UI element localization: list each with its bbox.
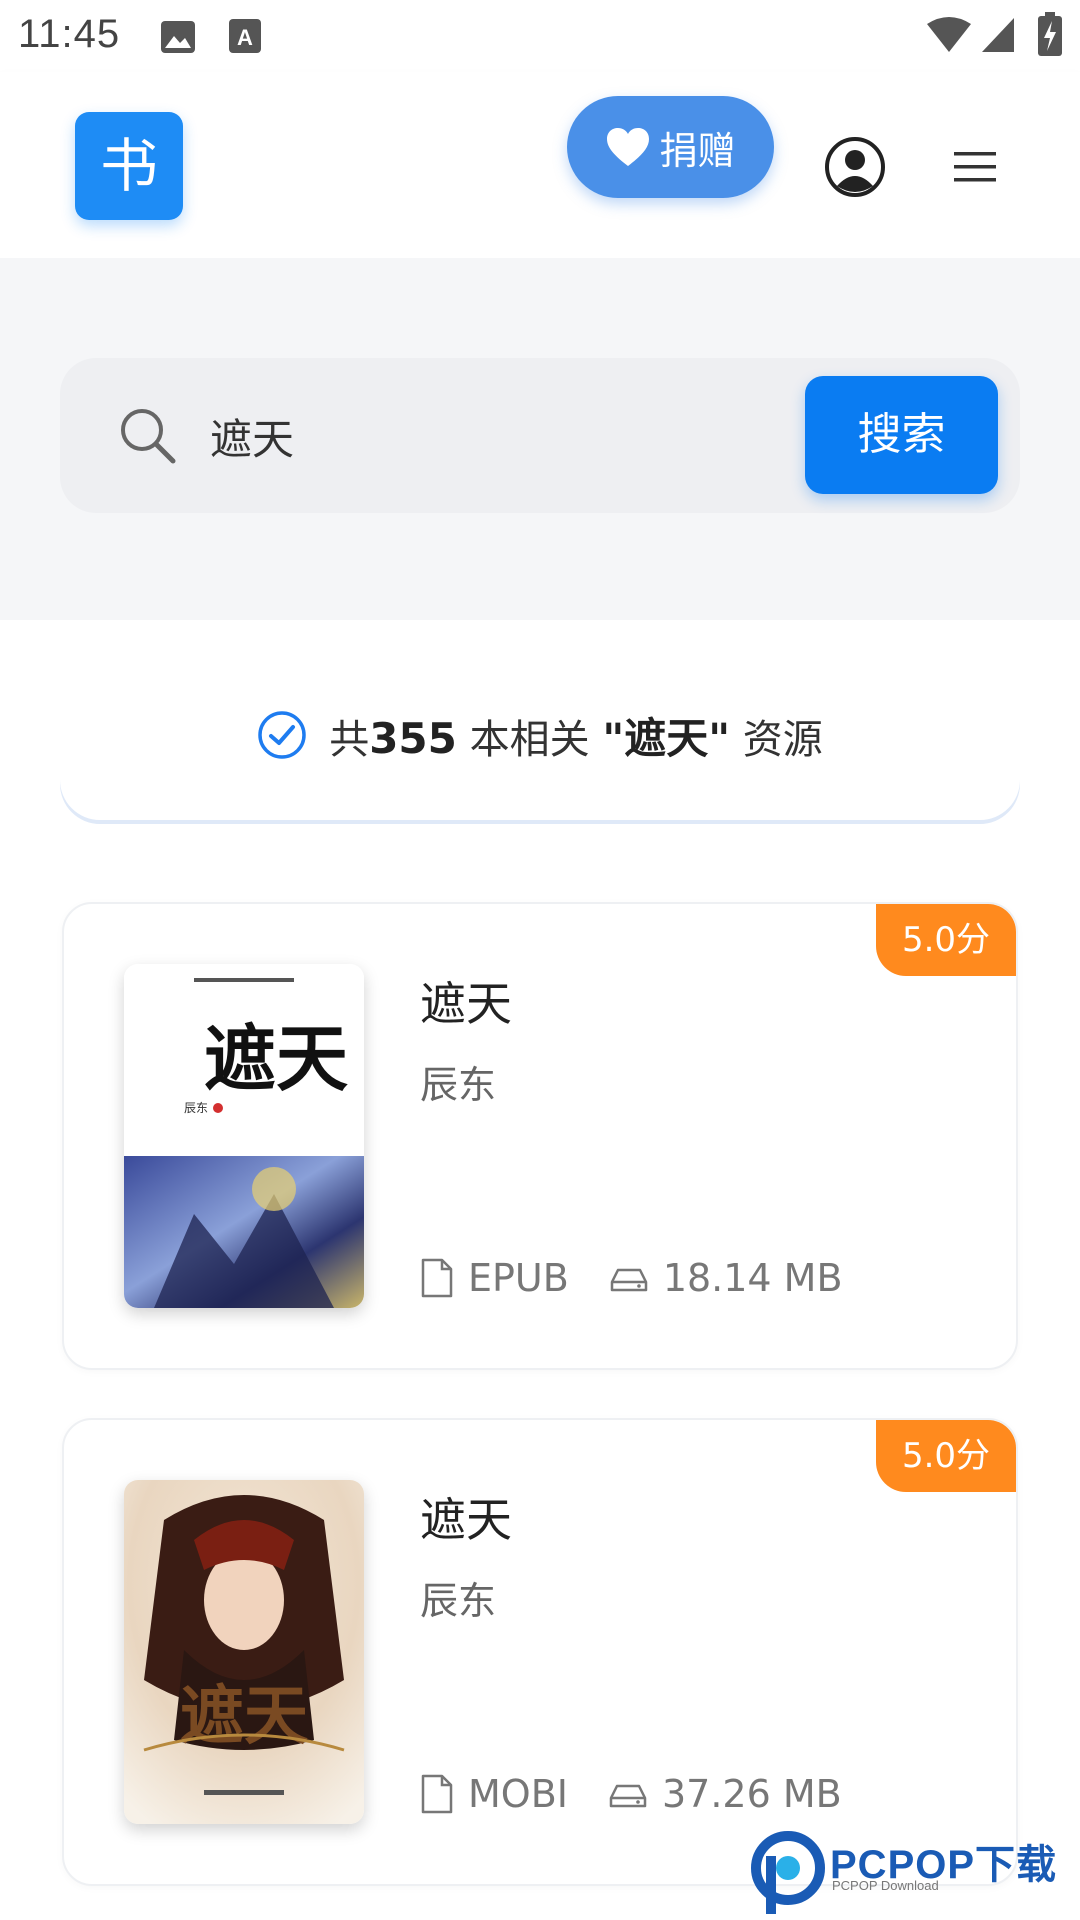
summary-middle: 本相关 [456,716,603,763]
font-icon: A [229,19,261,53]
format-meta: EPUB [420,1256,569,1300]
results-area: 共355 本相关 "遮天" 资源 5.0分 遮天 辰东 遮天 辰东 EPUB 1… [0,620,1080,1920]
book-format: MOBI [468,1772,568,1816]
results-count: 355 [369,713,457,763]
check-circle-icon [258,711,306,759]
heart-icon [607,128,650,166]
battery-icon [1038,12,1062,56]
book-title[interactable]: 遮天 [420,968,512,1034]
search-box: 搜索 [60,358,1020,513]
book-cover-image: 遮天 辰东 [124,964,364,1308]
book-size: 18.14 MB [662,1256,843,1300]
watermark-subtext: PCPOP Download [832,1878,939,1893]
search-section: 搜索 [0,258,1080,620]
rating-badge: 5.0分 [876,1420,1016,1492]
cover-title-glyphs: 遮天 [204,1016,348,1101]
user-account-icon[interactable] [824,136,886,198]
book-meta: MOBI 37.26 MB [420,1772,882,1816]
svg-text:A: A [237,25,253,50]
watermark-logo-icon [751,1831,825,1914]
book-title[interactable]: 遮天 [420,1484,512,1550]
search-input[interactable] [210,396,650,476]
book-meta: EPUB 18.14 MB [420,1256,883,1300]
app-logo[interactable]: 书 [75,112,183,220]
image-icon [161,21,195,53]
results-summary-text: 共355 本相关 "遮天" 资源 [329,705,823,766]
hard-drive-icon [610,1268,648,1292]
search-icon [121,409,176,464]
book-author: 辰东 [420,1063,497,1107]
book-cover[interactable]: 遮天 辰东 [124,964,364,1308]
rating-badge: 5.0分 [876,904,1016,976]
format-meta: MOBI [420,1772,568,1816]
book-cover[interactable]: 遮天 [124,1480,364,1824]
cover-title-glyphs: 遮天 [180,1679,308,1754]
watermark: PCPOP下载 PCPOP Download [748,1826,1078,1916]
status-bar: 11:45 A [0,0,1080,72]
summary-query: "遮天" [602,713,731,763]
donate-button[interactable]: 捐赠 [567,96,774,198]
status-time: 11:45 [18,12,121,56]
book-format: EPUB [468,1256,569,1300]
donate-label: 捐赠 [659,128,736,173]
hamburger-menu-icon[interactable] [952,144,998,190]
book-size: 37.26 MB [661,1772,842,1816]
signal-icon [982,18,1014,52]
size-meta: 18.14 MB [609,1256,843,1300]
results-summary: 共355 本相关 "遮天" 资源 [60,650,1020,820]
summary-suffix: 资源 [730,716,823,763]
book-card[interactable]: 5.0分 遮天 辰东 遮天 辰东 EPUB 18.14 MB [62,902,1018,1370]
book-card[interactable]: 5.0分 遮天 遮天 辰东 MOBI 37.26 MB [62,1418,1018,1886]
hard-drive-icon [609,1784,647,1808]
size-meta: 37.26 MB [608,1772,842,1816]
book-cover-image: 遮天 [124,1480,364,1824]
wifi-icon [927,17,971,52]
book-author: 辰东 [420,1579,497,1623]
app-header: 书 捐赠 [0,72,1080,258]
search-button[interactable]: 搜索 [805,376,998,494]
file-icon [421,1774,453,1814]
svg-text:辰东: 辰东 [184,1101,208,1115]
file-icon [421,1258,453,1298]
summary-prefix: 共 [329,716,370,763]
